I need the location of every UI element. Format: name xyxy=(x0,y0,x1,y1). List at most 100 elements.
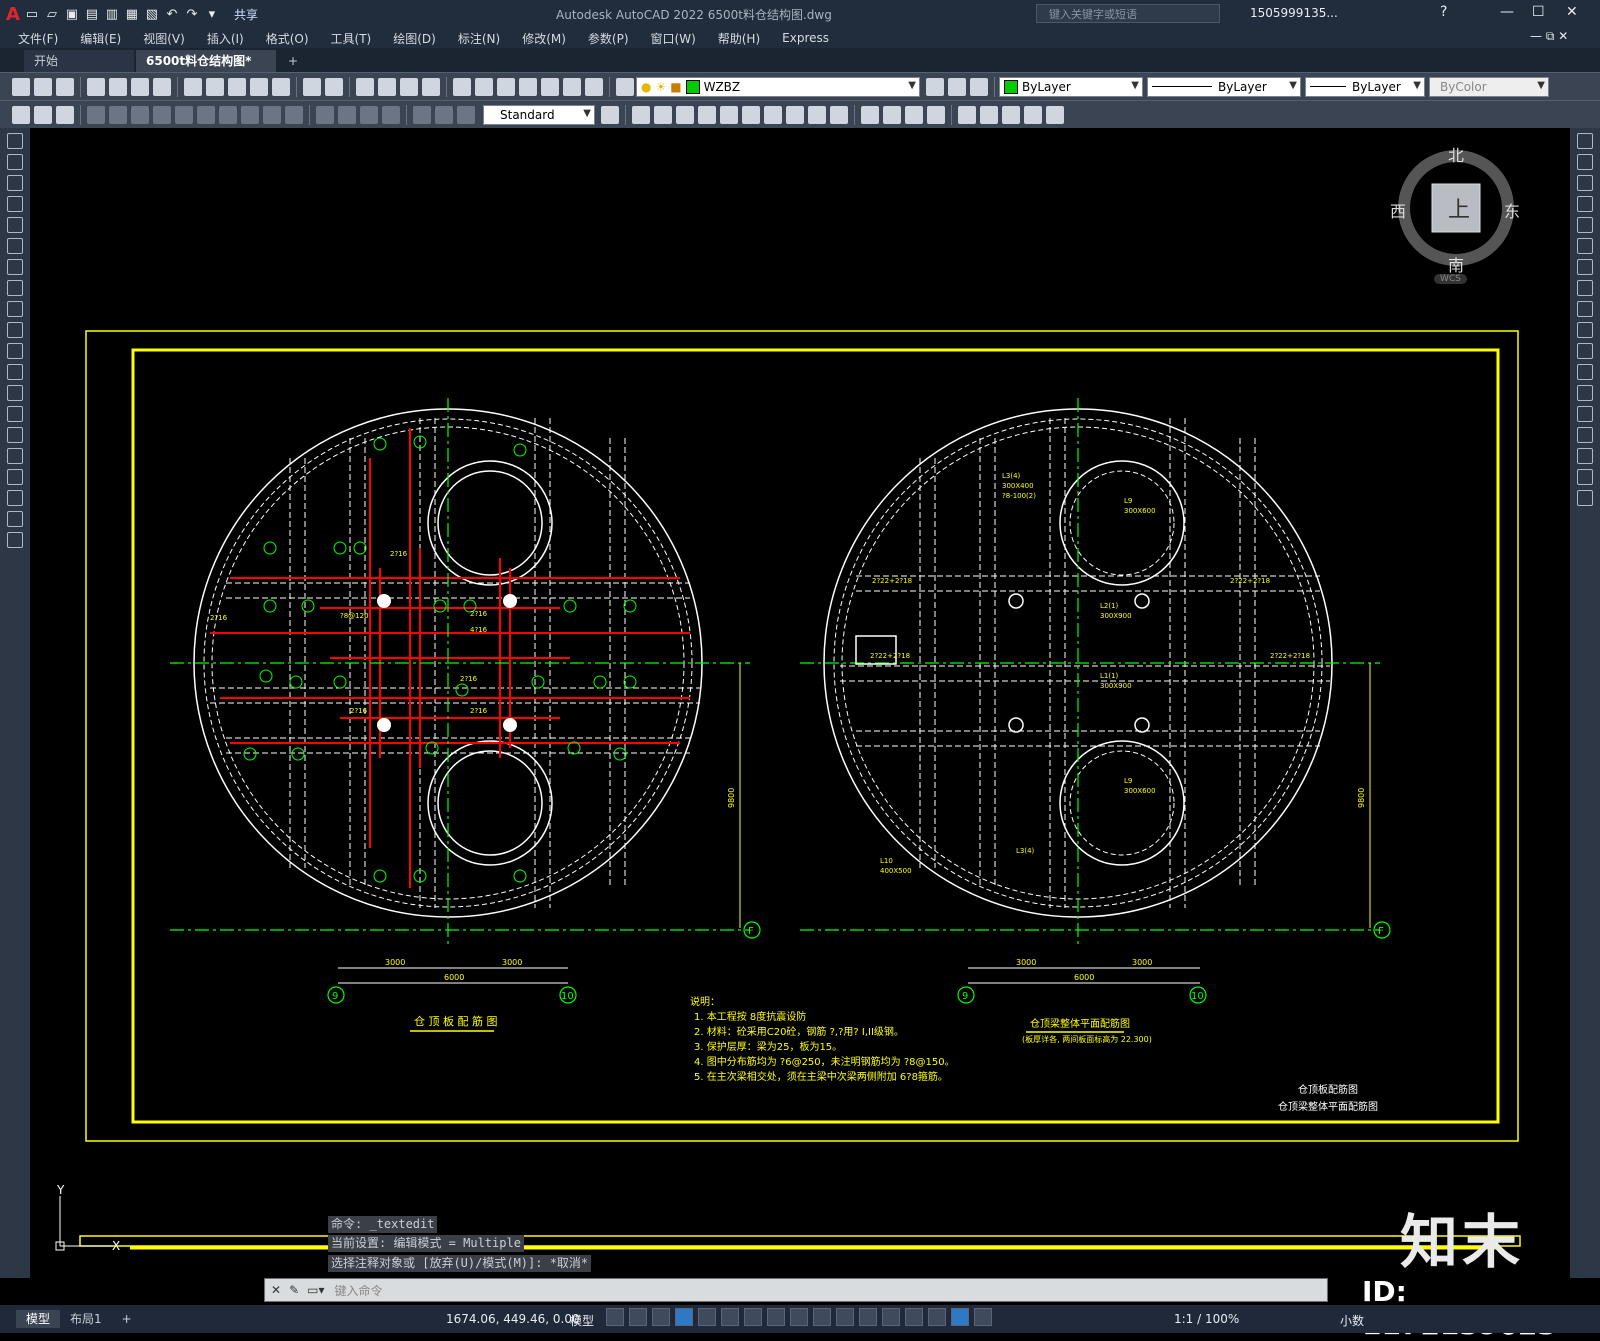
tab-start[interactable]: 开始 xyxy=(24,50,134,72)
layer-properties-icon[interactable] xyxy=(616,77,634,96)
quick-dim-icon[interactable] xyxy=(197,105,215,124)
ucs-icon[interactable] xyxy=(958,105,976,124)
print-icon[interactable]: ▧ xyxy=(144,6,160,22)
table-icon[interactable] xyxy=(7,490,23,506)
dynamic-ucs-icon[interactable] xyxy=(882,1308,900,1326)
transparency-icon[interactable] xyxy=(813,1308,831,1326)
compass-south[interactable]: 南 xyxy=(1448,252,1464,276)
menu-express[interactable]: Express xyxy=(782,31,829,45)
ucs-previous-icon[interactable] xyxy=(1002,105,1020,124)
open-icon[interactable] xyxy=(34,77,52,96)
properties-icon[interactable] xyxy=(453,77,471,96)
circle-icon[interactable] xyxy=(7,259,23,275)
dim-jogged-icon[interactable] xyxy=(131,105,149,124)
command-prompt-icon[interactable]: ▭▾ xyxy=(307,1283,324,1297)
view-front-icon[interactable] xyxy=(720,105,738,124)
markup-icon[interactable] xyxy=(541,77,559,96)
dim-angular-icon[interactable] xyxy=(175,105,193,124)
add-tab-button[interactable]: + xyxy=(278,50,308,72)
arc-icon[interactable] xyxy=(7,238,23,254)
cut-icon[interactable] xyxy=(184,77,202,96)
osnap-icon[interactable] xyxy=(767,1308,785,1326)
region-icon[interactable] xyxy=(7,469,23,485)
dim-style-dropdown[interactable]: Standard ▼ xyxy=(483,104,595,125)
menu-file[interactable]: 文件(F) xyxy=(18,30,58,47)
tool-palettes-icon[interactable] xyxy=(497,77,515,96)
dim-update-icon[interactable] xyxy=(457,105,475,124)
menu-edit[interactable]: 编辑(E) xyxy=(80,30,121,47)
view-se-iso-icon[interactable] xyxy=(786,105,804,124)
new-icon[interactable]: ▭ xyxy=(24,6,40,22)
menu-window[interactable]: 窗口(W) xyxy=(651,30,696,47)
otrack-icon[interactable] xyxy=(744,1308,762,1326)
insert-block-icon[interactable] xyxy=(7,364,23,380)
layer-states-icon[interactable] xyxy=(970,77,988,96)
view-left-icon[interactable] xyxy=(676,105,694,124)
model-space-toggle[interactable]: 模型 xyxy=(570,1312,594,1329)
undo-icon[interactable]: ↶ xyxy=(164,6,180,22)
rectangle-icon[interactable] xyxy=(7,217,23,233)
dim-aligned-icon[interactable] xyxy=(34,105,52,124)
close-command-icon[interactable]: ✕ xyxy=(271,1283,281,1297)
make-block-icon[interactable] xyxy=(7,385,23,401)
layer-previous-icon[interactable] xyxy=(948,77,966,96)
view-nw-iso-icon[interactable] xyxy=(830,105,848,124)
tab-drawing[interactable]: 6500t料仓结构图* xyxy=(136,50,276,72)
hatch-icon[interactable] xyxy=(7,427,23,443)
redo-icon[interactable]: ↷ xyxy=(184,6,200,22)
pan-icon[interactable] xyxy=(356,77,374,96)
ortho-icon[interactable] xyxy=(675,1308,693,1326)
dim-style-icon[interactable] xyxy=(601,105,619,124)
dim-edit-icon[interactable] xyxy=(413,105,431,124)
chamfer-icon[interactable] xyxy=(1577,427,1593,443)
tolerance-icon[interactable] xyxy=(316,105,334,124)
offset-icon[interactable] xyxy=(1577,196,1593,212)
add-selected-icon[interactable] xyxy=(7,532,23,548)
menu-help[interactable]: 帮助(H) xyxy=(718,30,760,47)
share-button[interactable]: 共享 xyxy=(234,6,258,23)
lineweight-icon[interactable] xyxy=(790,1308,808,1326)
ucs-object-icon[interactable] xyxy=(1046,105,1064,124)
menu-dimension[interactable]: 标注(N) xyxy=(458,30,500,47)
customize-icon[interactable]: ✎ xyxy=(289,1283,299,1297)
compass-north[interactable]: 北 xyxy=(1448,142,1464,166)
move-icon[interactable] xyxy=(1577,238,1593,254)
viewcube[interactable]: 上 北 南 东 西 WCS xyxy=(1390,146,1520,288)
zoom-previous-icon[interactable] xyxy=(422,77,440,96)
center-mark-icon[interactable] xyxy=(338,105,356,124)
close-icon[interactable]: ✕ xyxy=(1566,4,1578,20)
jogged-linear-icon[interactable] xyxy=(382,105,400,124)
mirror-icon[interactable] xyxy=(1577,175,1593,191)
isodraft-icon[interactable] xyxy=(721,1308,739,1326)
erase-icon[interactable] xyxy=(1577,133,1593,149)
paste-icon[interactable] xyxy=(228,77,246,96)
publish-icon[interactable]: ▥ xyxy=(104,6,120,22)
save-icon[interactable] xyxy=(56,77,74,96)
blend-curves-icon[interactable] xyxy=(1577,469,1593,485)
annotation-scale[interactable]: 1:1 / 100% xyxy=(1174,1312,1239,1326)
save-as-icon[interactable]: ▤ xyxy=(84,6,100,22)
view-right-icon[interactable] xyxy=(698,105,716,124)
extend-icon[interactable] xyxy=(1577,343,1593,359)
color-dropdown[interactable]: ByLayer ▼ xyxy=(999,76,1143,97)
maximize-icon[interactable]: ☐ xyxy=(1532,4,1545,20)
trim-icon[interactable] xyxy=(1577,322,1593,338)
dim-baseline-icon[interactable] xyxy=(219,105,237,124)
dim-text-edit-icon[interactable] xyxy=(435,105,453,124)
snap-icon[interactable] xyxy=(629,1308,647,1326)
tab-layout1[interactable]: 布局1 xyxy=(60,1310,112,1328)
annotation-visibility-icon[interactable] xyxy=(951,1308,969,1326)
dim-break-icon[interactable] xyxy=(285,105,303,124)
rotate-icon[interactable] xyxy=(1577,259,1593,275)
menu-parametric[interactable]: 参数(P) xyxy=(588,30,629,47)
command-input[interactable]: 键入命令 xyxy=(335,1282,383,1299)
menu-modify[interactable]: 修改(M) xyxy=(522,30,566,47)
dim-continue-icon[interactable] xyxy=(241,105,259,124)
plotstyle-dropdown[interactable]: ByColor ▼ xyxy=(1429,76,1549,97)
conceptual-icon[interactable] xyxy=(927,105,945,124)
open-icon[interactable]: ▱ xyxy=(44,6,60,22)
array-icon[interactable] xyxy=(1577,217,1593,233)
stretch-icon[interactable] xyxy=(1577,301,1593,317)
add-layout-button[interactable]: + xyxy=(112,1310,142,1328)
calculator-icon[interactable] xyxy=(563,77,581,96)
